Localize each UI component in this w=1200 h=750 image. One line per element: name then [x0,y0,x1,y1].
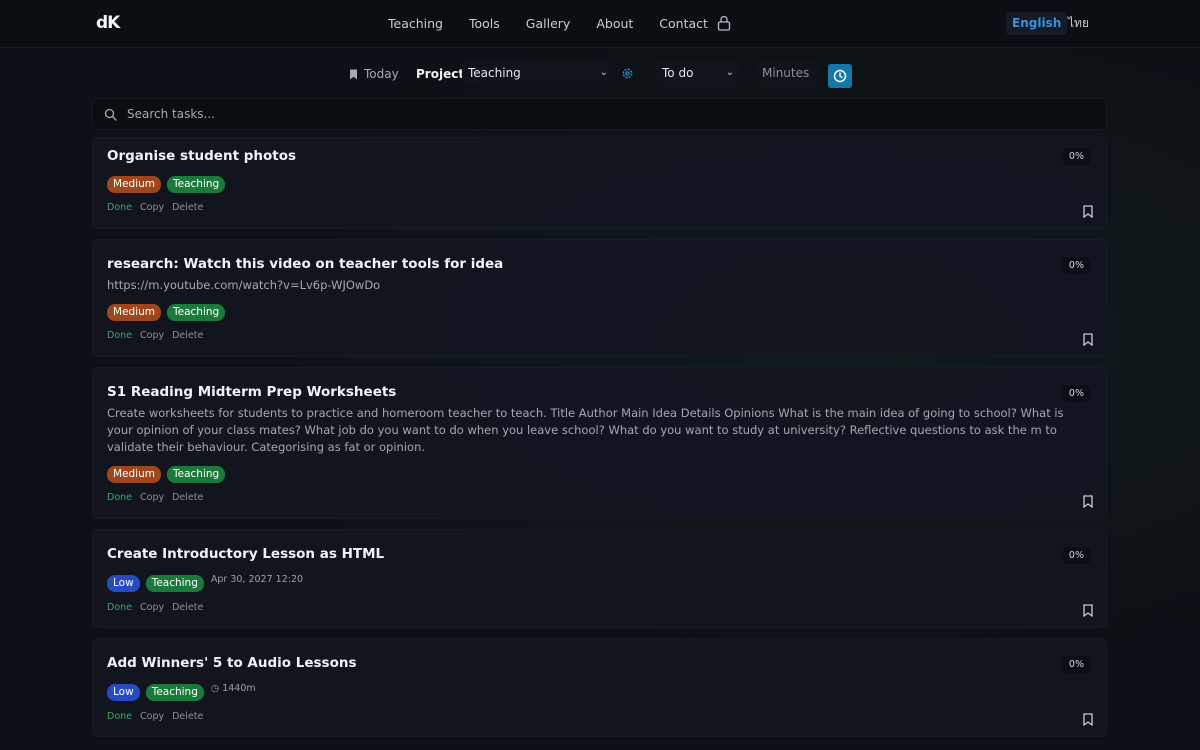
project-select-value: Teaching [468,66,521,80]
bookmark-icon[interactable] [1082,495,1094,508]
project-badge: Teaching [145,684,204,701]
nav-link-about[interactable]: About [596,16,633,31]
task-title[interactable]: Add Winners' 5 to Audio Lessons [107,655,357,671]
chevron-down-icon: ⌄ [725,67,734,78]
delete-button[interactable]: Delete [172,202,203,213]
clock-icon: ◷ [210,683,220,694]
task-actions: Done Copy Delete [107,330,203,341]
duration: ◷ 1440m [211,683,256,694]
task-title[interactable]: S1 Reading Midterm Prep Worksheets [107,384,396,400]
bookmark-icon[interactable] [1082,713,1094,726]
task-tags: Medium Teaching [107,304,226,321]
task-actions: Done Copy Delete [107,202,203,213]
priority-badge: Low [107,684,140,701]
progress-badge: 0% [1062,148,1090,165]
bookmark-icon[interactable] [1082,333,1094,346]
task-card[interactable]: research: Watch this video on teacher to… [92,239,1107,357]
project-badge: Teaching [145,575,204,592]
task-toolbar: Today Project: Teaching ⌄ To do ⌄ Minute… [0,48,1200,100]
minutes-input[interactable]: Minutes [756,60,820,86]
copy-button[interactable]: Copy [140,602,164,613]
bookmark-icon[interactable] [1082,604,1094,617]
project-label: Project: [416,67,469,81]
lang-english-button[interactable]: English [1006,12,1068,35]
bookmark-icon [350,69,357,79]
nav-link-teaching[interactable]: Teaching [388,16,443,31]
gear-icon[interactable] [621,67,634,80]
nav-link-gallery[interactable]: Gallery [526,16,571,31]
bookmark-icon[interactable] [1082,205,1094,218]
priority-badge: Medium [107,466,161,483]
due-date: Apr 30, 2027 12:20 [210,574,304,585]
delete-button[interactable]: Delete [172,711,203,722]
nav-links: Teaching Tools Gallery About Contact [388,16,734,31]
task-actions: Done Copy Delete [107,711,203,722]
search-bar[interactable]: Search tasks... [92,98,1107,130]
status-select-value: To do [662,66,694,80]
delete-button[interactable]: Delete [172,492,203,503]
priority-badge: Medium [107,304,161,321]
task-tags: Medium Teaching [107,466,226,483]
delete-button[interactable]: Delete [172,330,203,341]
task-card[interactable]: S1 Reading Midterm Prep Worksheets 0% Cr… [92,367,1107,519]
done-button[interactable]: Done [107,492,132,503]
task-title[interactable]: Create Introductory Lesson as HTML [107,546,384,562]
project-badge: Teaching [167,176,226,193]
task-card[interactable]: Organise student photos 0% Medium Teachi… [92,137,1107,229]
progress-badge: 0% [1062,656,1090,673]
copy-button[interactable]: Copy [140,711,164,722]
lock-icon[interactable] [717,15,731,31]
top-nav: dK Teaching Tools Gallery About Contact … [0,0,1200,48]
done-button[interactable]: Done [107,602,132,613]
nav-link-contact[interactable]: Contact [659,16,708,31]
task-tags: Low Teaching Apr 30, 2027 12:20 [107,574,304,592]
delete-button[interactable]: Delete [172,602,203,613]
progress-badge: 0% [1062,257,1090,274]
done-button[interactable]: Done [107,202,132,213]
chevron-down-icon: ⌄ [599,67,608,78]
clock-icon[interactable] [828,64,852,88]
site-logo[interactable]: dK [96,13,120,33]
task-actions: Done Copy Delete [107,602,203,613]
task-card[interactable]: Add Winners' 5 to Audio Lessons 0% Low T… [92,638,1107,737]
search-icon [104,108,117,121]
status-select[interactable]: To do ⌄ [656,60,740,86]
nav-link-tools[interactable]: Tools [469,16,500,31]
copy-button[interactable]: Copy [140,202,164,213]
progress-badge: 0% [1062,547,1090,564]
project-badge: Teaching [167,304,226,321]
task-description: https://m.youtube.com/watch?v=Lv6p-WJOwD… [107,278,381,292]
task-title[interactable]: Organise student photos [107,148,296,164]
copy-button[interactable]: Copy [140,330,164,341]
progress-badge: 0% [1062,385,1090,402]
project-badge: Teaching [167,466,226,483]
done-button[interactable]: Done [107,711,132,722]
priority-badge: Low [107,575,140,592]
project-select[interactable]: Teaching ⌄ [462,60,614,86]
task-description: Create worksheets for students to practi… [107,406,1064,454]
today-button[interactable]: Today [349,67,399,81]
task-tags: Medium Teaching [107,176,226,193]
done-button[interactable]: Done [107,330,132,341]
lang-thai-button[interactable]: ไทย [1062,12,1095,35]
duration-value: 1440m [222,683,256,694]
task-title[interactable]: research: Watch this video on teacher to… [107,256,503,272]
priority-badge: Medium [107,176,161,193]
task-tags: Low Teaching ◷ 1440m [107,683,256,701]
task-card[interactable]: Create Introductory Lesson as HTML 0% Lo… [92,529,1107,628]
today-label: Today [364,67,399,81]
search-input[interactable]: Search tasks... [127,107,215,121]
task-actions: Done Copy Delete [107,492,203,503]
copy-button[interactable]: Copy [140,492,164,503]
